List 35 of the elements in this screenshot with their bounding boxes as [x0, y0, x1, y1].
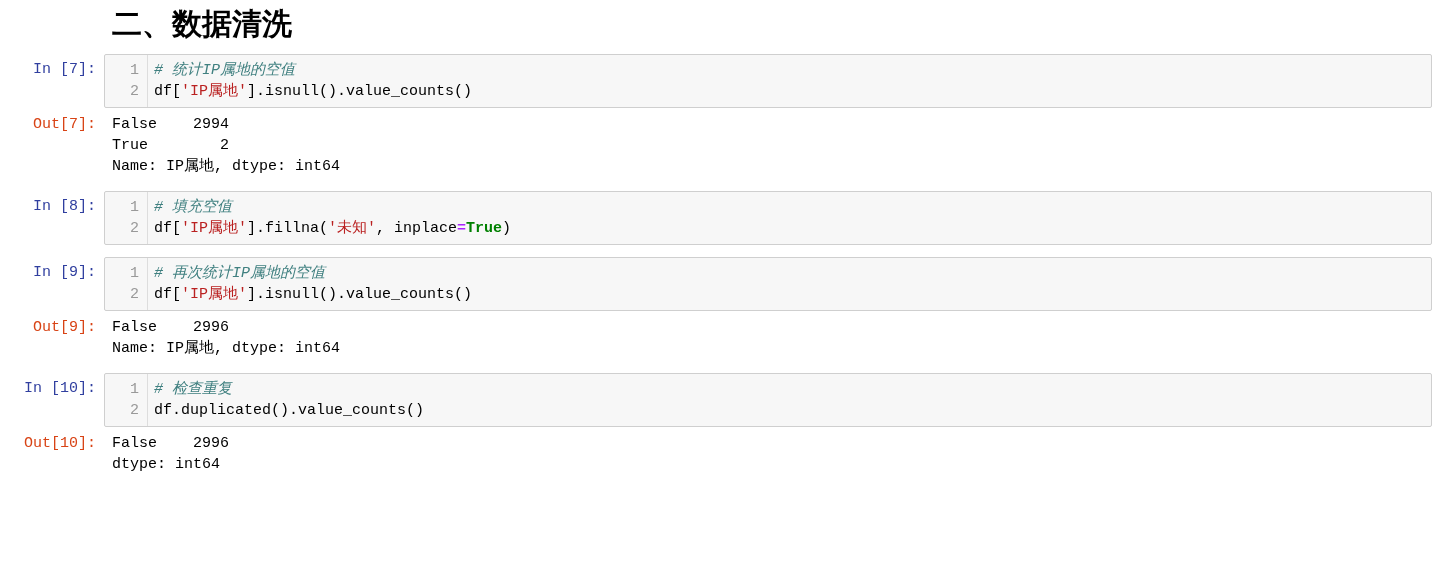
- code-line: df['IP属地'].fillna('未知', inplace=True): [154, 218, 512, 239]
- code-editor[interactable]: 1 2 # 统计IP属地的空值 df['IP属地'].isnull().value_counts(): [104, 54, 1432, 108]
- output-line: dtype: int64: [112, 455, 221, 475]
- output-line: Name: IP属地, dtype: int64: [112, 338, 341, 359]
- line-number: 1: [129, 264, 139, 284]
- line-number: 2: [129, 219, 139, 239]
- line-number: 2: [129, 285, 139, 305]
- output-line: False 2994: [112, 115, 230, 135]
- line-number: 2: [129, 401, 139, 421]
- output-line: True 2: [112, 136, 230, 156]
- code-editor[interactable]: 1 2 # 再次统计IP属地的空值 df['IP属地'].isnull().value_counts(): [104, 257, 1432, 311]
- line-number: 1: [129, 380, 139, 400]
- input-prompt: In [8]:: [33, 197, 96, 217]
- code-line: # 检查重复: [154, 379, 232, 400]
- output-line: False 2996: [112, 434, 230, 454]
- output-line: False 2996: [112, 318, 230, 338]
- code-editor[interactable]: 1 2 # 检查重复 df.duplicated().value_counts(): [104, 373, 1432, 427]
- section-heading: 二、数据清洗: [112, 6, 292, 42]
- output-prompt: Out[7]:: [33, 115, 96, 135]
- line-number: 1: [129, 61, 139, 81]
- code-line: df['IP属地'].isnull().value_counts(): [154, 284, 473, 305]
- input-prompt: In [10]:: [24, 379, 96, 399]
- code-line: df.duplicated().value_counts(): [154, 401, 425, 421]
- code-line: # 再次统计IP属地的空值: [154, 263, 325, 284]
- output-prompt: Out[9]:: [33, 318, 96, 338]
- code-line: # 统计IP属地的空值: [154, 60, 295, 81]
- input-prompt: In [7]:: [33, 60, 96, 80]
- code-editor[interactable]: 1 2 # 填充空值 df['IP属地'].fillna('未知', inplace=True): [104, 191, 1432, 245]
- input-prompt: In [9]:: [33, 263, 96, 283]
- output-line: Name: IP属地, dtype: int64: [112, 156, 341, 177]
- output-prompt: Out[10]:: [24, 434, 96, 454]
- line-number: 2: [129, 82, 139, 102]
- code-line: df['IP属地'].isnull().value_counts(): [154, 81, 473, 102]
- code-line: # 填充空值: [154, 197, 232, 218]
- line-number: 1: [129, 198, 139, 218]
